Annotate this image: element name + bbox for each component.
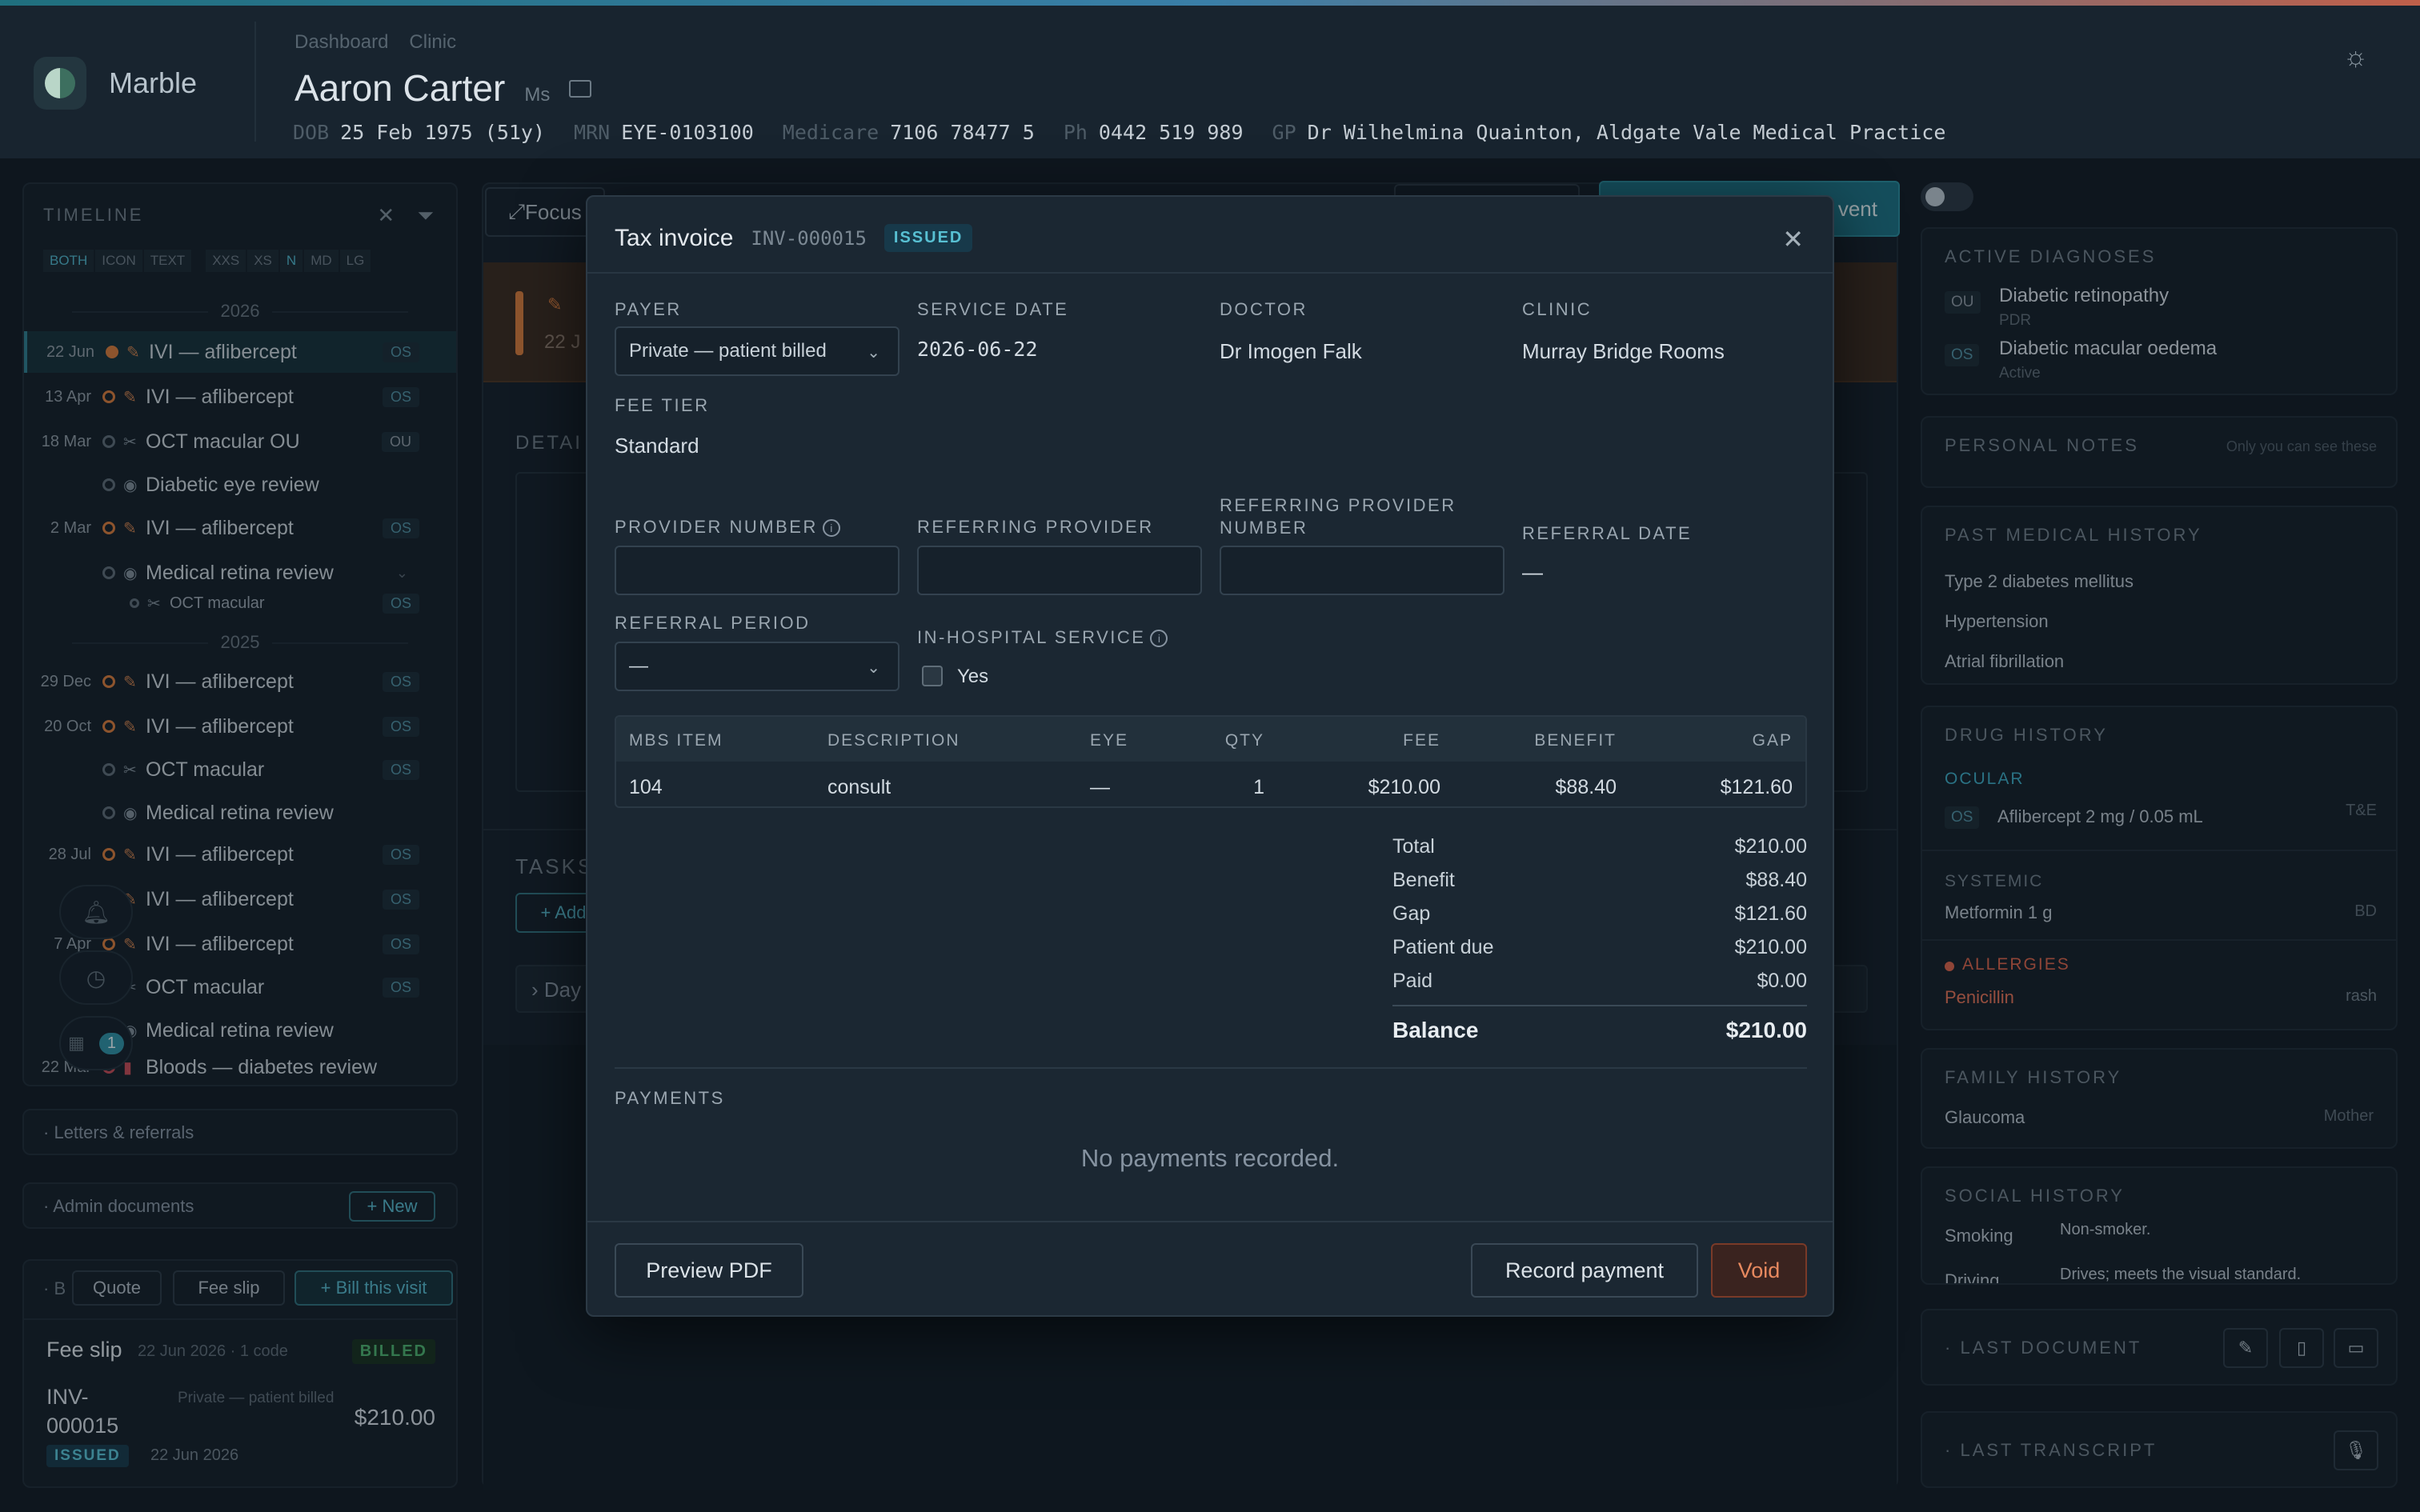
referral-period-label: REFERRAL PERIOD bbox=[615, 613, 811, 633]
in-hospital-label: IN-HOSPITAL SERVICE i bbox=[917, 627, 1168, 648]
mbs-items-table: MBS ITEM DESCRIPTION EYE QTY FEE BENEFIT… bbox=[615, 715, 1807, 808]
breadcrumb-dashboard[interactable]: Dashboard bbox=[294, 31, 388, 54]
col-fee: FEE bbox=[1403, 731, 1440, 750]
balance-row: Balance $210.00 bbox=[1392, 1018, 1807, 1042]
col-gap: GAP bbox=[1752, 731, 1793, 750]
referring-provider-number-input[interactable] bbox=[1220, 546, 1504, 595]
provider-number-input[interactable] bbox=[615, 546, 899, 595]
dob-label: DOB bbox=[293, 121, 330, 144]
patient-demographics: DOB 25 Feb 1975 (51y) MRN EYE-0103100 Medi… bbox=[293, 121, 1945, 144]
breadcrumb-clinic[interactable]: Clinic bbox=[409, 31, 456, 54]
medicare-value: 7106 78477 5 bbox=[890, 121, 1035, 144]
record-payment-button[interactable]: Record payment bbox=[1471, 1243, 1698, 1298]
referral-period-select[interactable]: — ⌄ bbox=[615, 642, 899, 691]
brand-logo[interactable]: Marble bbox=[34, 57, 197, 110]
payments-empty-message: No payments recorded. bbox=[1080, 1144, 1340, 1172]
gp-label: GP bbox=[1272, 121, 1296, 144]
service-date-value: 2026-06-22 bbox=[917, 338, 1038, 361]
header-divider bbox=[254, 22, 256, 142]
void-button[interactable]: Void bbox=[1711, 1243, 1807, 1298]
patient-header: Marble Dashboard Clinic Aaron Carter Ms … bbox=[0, 6, 2420, 160]
phone-label: Ph bbox=[1063, 121, 1088, 144]
patient-name-row: Aaron Carter Ms bbox=[294, 66, 592, 110]
patient-due-row: Patient due $210.00 bbox=[1392, 936, 1807, 958]
doctor-label: DOCTOR bbox=[1220, 299, 1308, 319]
col-qty: QTY bbox=[1224, 731, 1264, 750]
breadcrumb: Dashboard Clinic bbox=[294, 31, 456, 54]
preview-pdf-button[interactable]: Preview PDF bbox=[615, 1243, 803, 1298]
chevron-down-icon: ⌄ bbox=[867, 344, 880, 362]
info-icon[interactable]: i bbox=[1150, 630, 1168, 648]
referring-provider-number-label: REFERRING PROVIDER NUMBER bbox=[1220, 495, 1456, 538]
fee-tier-value: Standard bbox=[615, 434, 699, 458]
fee-tier-label: FEE TIER bbox=[615, 395, 710, 415]
phone-value: 0442 519 989 bbox=[1098, 121, 1244, 144]
col-eye: EYE bbox=[1090, 731, 1129, 750]
in-hospital-checkbox[interactable] bbox=[922, 666, 943, 686]
provider-number-label: PROVIDER NUMBER i bbox=[615, 517, 840, 538]
col-benefit: BENEFIT bbox=[1534, 731, 1617, 750]
table-header: MBS ITEM DESCRIPTION EYE QTY FEE BENEFIT… bbox=[616, 717, 1805, 762]
clinic-label: CLINIC bbox=[1522, 299, 1593, 319]
medicare-label: Medicare bbox=[782, 121, 879, 144]
dob-value: 25 Feb 1975 (51y) bbox=[340, 121, 546, 144]
brand-name: Marble bbox=[109, 66, 198, 99]
modal-title: Tax invoice bbox=[615, 224, 734, 251]
col-description: DESCRIPTION bbox=[827, 731, 960, 750]
referring-provider-input[interactable] bbox=[917, 546, 1202, 595]
referral-date-value[interactable]: — bbox=[1522, 560, 1543, 585]
patient-name: Aaron Carter bbox=[294, 67, 506, 109]
referral-date-label: REFERRAL DATE bbox=[1522, 523, 1693, 543]
table-row[interactable]: 104 consult — 1 $210.00 $88.40 $121.60 bbox=[616, 762, 1805, 806]
id-card-icon[interactable] bbox=[569, 80, 592, 98]
marble-logo-icon bbox=[34, 57, 86, 110]
close-icon[interactable]: ✕ bbox=[1782, 224, 1804, 254]
patient-title: Ms bbox=[524, 84, 551, 106]
clinic-value: Murray Bridge Rooms bbox=[1522, 339, 1725, 363]
doctor-value: Dr Imogen Falk bbox=[1220, 339, 1362, 363]
invoice-status-badge: ISSUED bbox=[883, 224, 973, 252]
chevron-down-icon: ⌄ bbox=[867, 659, 880, 677]
gap-row: Gap $121.60 bbox=[1392, 902, 1807, 925]
modal-header: Tax invoice INV-000015 ISSUED ✕ bbox=[587, 197, 1833, 274]
info-icon[interactable]: i bbox=[822, 519, 840, 538]
payments-label: PAYMENTS bbox=[615, 1088, 725, 1108]
payer-select[interactable]: Private — patient billed ⌄ bbox=[615, 326, 899, 376]
mrn-value: EYE-0103100 bbox=[621, 121, 754, 144]
invoice-number: INV-000015 bbox=[751, 226, 867, 250]
benefit-row: Benefit $88.40 bbox=[1392, 869, 1807, 891]
theme-sun-icon[interactable]: ☼ bbox=[2343, 42, 2372, 71]
tax-invoice-modal: Tax invoice INV-000015 ISSUED ✕ PAYER Pr… bbox=[586, 195, 1834, 1317]
top-accent-bar bbox=[0, 0, 2420, 6]
total-row: Total $210.00 bbox=[1392, 835, 1807, 858]
payer-label: PAYER bbox=[615, 299, 682, 319]
referring-provider-label: REFERRING PROVIDER bbox=[917, 517, 1154, 537]
mrn-label: MRN bbox=[574, 121, 611, 144]
in-hospital-yes-label: Yes bbox=[957, 666, 989, 687]
service-date-label: SERVICE DATE bbox=[917, 299, 1069, 319]
gp-value: Dr Wilhelmina Quainton, Aldgate Vale Med… bbox=[1307, 121, 1946, 144]
col-mbs-item: MBS ITEM bbox=[629, 731, 723, 750]
paid-row: Paid $0.00 bbox=[1392, 970, 1807, 992]
